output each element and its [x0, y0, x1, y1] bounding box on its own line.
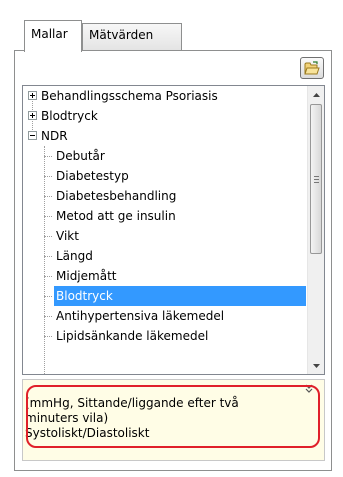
tree-item-label: Behandlingsschema Psoriasis: [41, 89, 218, 103]
tree-item[interactable]: Längd: [23, 246, 306, 266]
grip-line: [314, 182, 319, 183]
description-line: Systoliskt/Diastoliskt: [25, 426, 150, 440]
grip-line: [314, 176, 319, 177]
tree-view: Behandlingsschema Psoriasis Blodtryck ND…: [23, 86, 306, 374]
tree-item[interactable]: Behandlingsschema Psoriasis: [23, 86, 306, 106]
tree-connector: [44, 336, 52, 337]
scroll-thumb[interactable]: [310, 104, 322, 254]
description-text: (mmHg, Sittande/liggande efter två minut…: [25, 396, 297, 441]
tree-item-label: Midjemått: [56, 269, 117, 283]
grip-line: [314, 179, 319, 180]
collapse-icon[interactable]: [28, 131, 37, 140]
tree-item-label: Diabetestyp: [56, 169, 129, 183]
tree-item[interactable]: Lipidsänkande läkemedel: [23, 326, 306, 346]
tree-connector: [44, 296, 52, 297]
tree-connector: [44, 316, 52, 317]
tree-item-label: Debutår: [56, 149, 105, 163]
open-button[interactable]: [300, 57, 324, 79]
tree-connector: [44, 156, 52, 157]
vertical-scrollbar[interactable]: [307, 86, 324, 374]
tab-matvarden[interactable]: Mätvärden: [82, 23, 182, 50]
tree-connector: [44, 216, 52, 217]
tree-item-label: Längd: [56, 249, 93, 263]
description-line: (mmHg, Sittande/liggande efter två: [25, 396, 239, 410]
tree-connector: [44, 256, 52, 257]
tree-item[interactable]: Midjemått: [23, 266, 306, 286]
expand-icon[interactable]: [28, 91, 37, 100]
expand-icon[interactable]: [28, 111, 37, 120]
tree-item-label: Diabetesbehandling: [56, 189, 177, 203]
tree-item[interactable]: Metod att ge insulin: [23, 206, 306, 226]
tree-item-label: Blodtryck: [41, 109, 98, 123]
scroll-down-button[interactable]: [308, 357, 325, 374]
tree-connector: [44, 196, 52, 197]
description-line: minuters vila): [25, 411, 109, 425]
tree-item-label: Antihypertensiva läkemedel: [56, 309, 225, 323]
template-tree[interactable]: Behandlingsschema Psoriasis Blodtryck ND…: [22, 85, 325, 375]
arrow-up-icon: [313, 92, 320, 97]
templates-panel: Mallar Mätvärden Behandlingsschema Psori…: [14, 10, 332, 471]
double-chevron-down-icon[interactable]: [304, 384, 314, 394]
tree-item[interactable]: Debutår: [23, 146, 306, 166]
tree-item-label: Metod att ge insulin: [56, 209, 176, 223]
tree-item-label: Vikt: [56, 229, 79, 243]
tree-item[interactable]: Diabetestyp: [23, 166, 306, 186]
tree-item-label: Lipidsänkande läkemedel: [56, 329, 209, 343]
tree-connector: [44, 236, 52, 237]
tree-item[interactable]: NDR: [23, 126, 306, 146]
tree-item[interactable]: Diabetesbehandling: [23, 186, 306, 206]
arrow-down-icon: [313, 363, 320, 368]
tree-item-label: NDR: [41, 129, 68, 143]
scroll-up-button[interactable]: [308, 86, 325, 103]
tree-item[interactable]: Antihypertensiva läkemedel: [23, 306, 306, 326]
tree-item-label: Blodtryck: [54, 286, 306, 306]
tree-connector: [44, 176, 52, 177]
tree-item[interactable]: Vikt: [23, 226, 306, 246]
tree-connector: [44, 276, 52, 277]
tree-item[interactable]: Blodtryck: [23, 106, 306, 126]
open-folder-icon: [304, 61, 320, 75]
tab-mallar[interactable]: Mallar: [24, 20, 82, 52]
tree-item-selected[interactable]: Blodtryck: [23, 286, 306, 306]
